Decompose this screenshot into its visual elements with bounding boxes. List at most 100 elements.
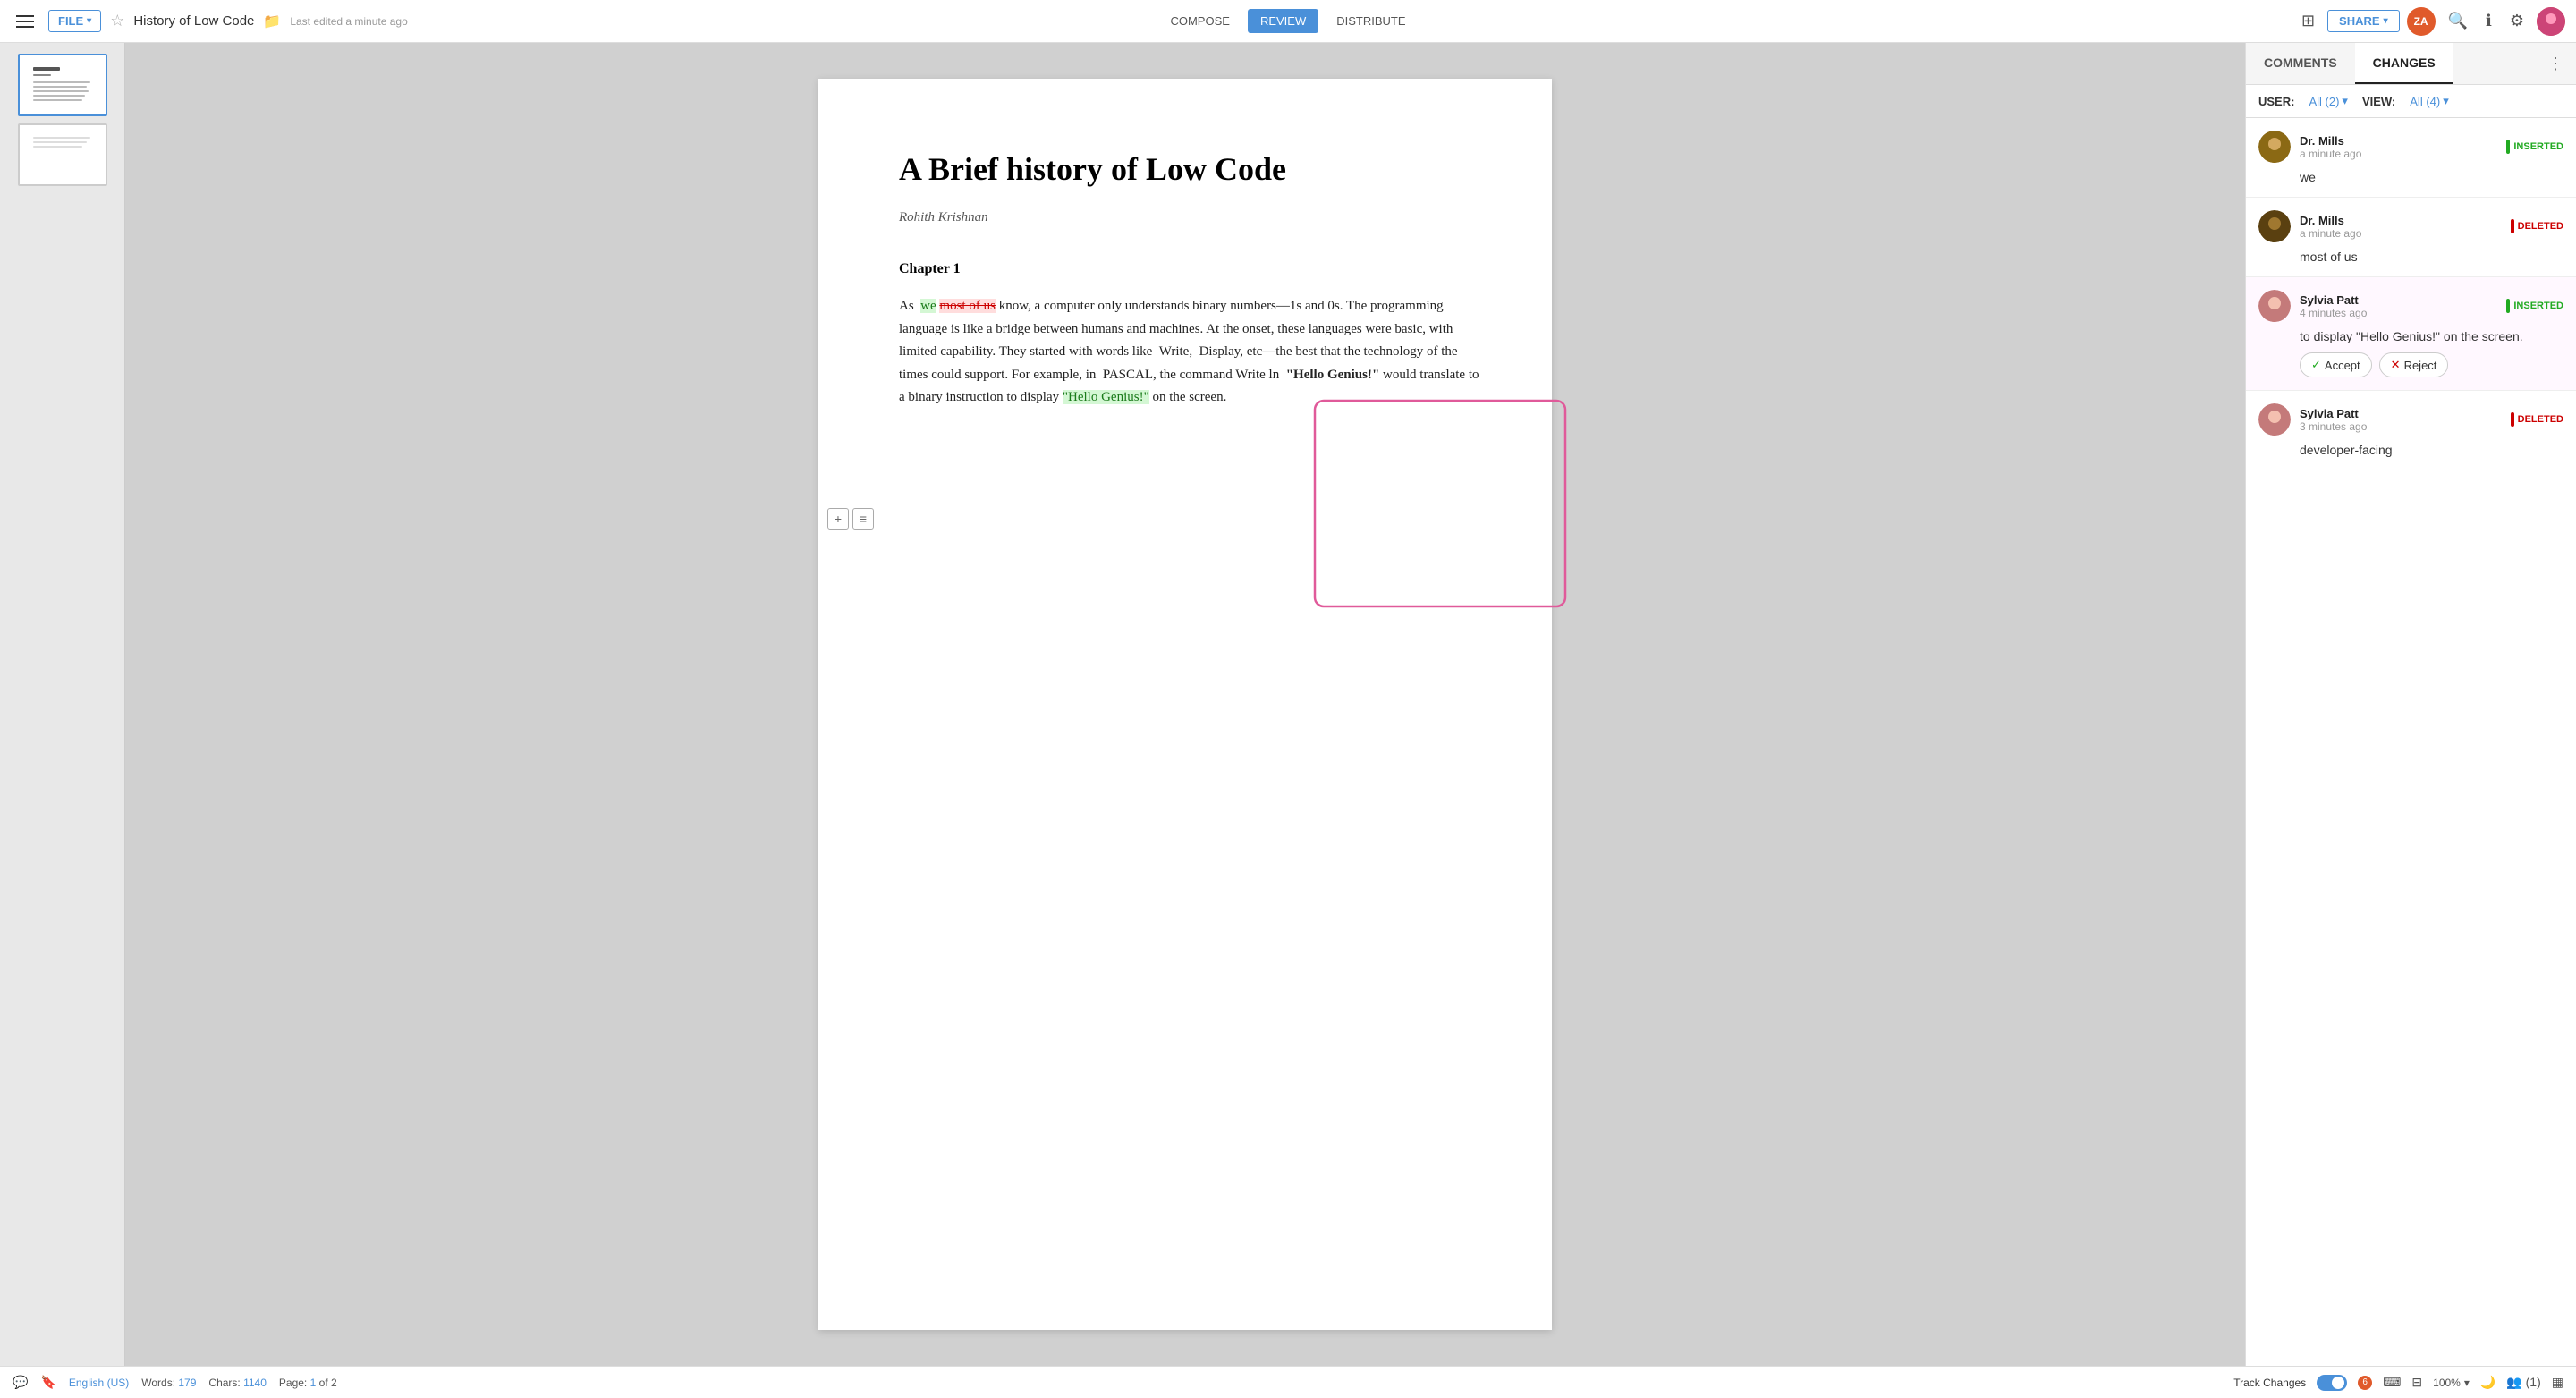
moon-icon[interactable]: 🌙 [2480, 1375, 2496, 1390]
change-user-1: Dr. Mills [2300, 134, 2497, 148]
change-meta-2: Dr. Mills a minute ago [2300, 214, 2502, 240]
panel-menu-button[interactable]: ⋮ [2535, 46, 2576, 82]
hamburger-button[interactable] [11, 10, 39, 33]
users-count: (1) [2526, 1375, 2541, 1389]
inserted-text-hello: "Hello Genius!" [1063, 390, 1149, 404]
toolbar-left: FILE ▾ ☆ History of Low Code 📁 Last edit… [11, 10, 1148, 33]
search-icon[interactable]: 🔍 [2443, 6, 2473, 36]
change-meta-3: Sylvia Patt 4 minutes ago [2300, 293, 2497, 319]
badge-bar-1 [2506, 140, 2510, 154]
chars-label: Chars: 1140 [208, 1377, 267, 1389]
change-content-1: we [2258, 170, 2563, 184]
star-icon[interactable]: ☆ [110, 12, 124, 30]
file-menu-button[interactable]: FILE ▾ [48, 10, 101, 32]
page-label: Page: 1 of 2 [279, 1377, 337, 1389]
badge-bar-3 [2506, 299, 2510, 313]
language-label[interactable]: English (US) [69, 1377, 129, 1389]
page-layout-icon[interactable]: ⊟ [2411, 1375, 2422, 1390]
right-panel: COMMENTS CHANGES ⋮ USER: All (2) ▾ VIEW:… [2245, 43, 2576, 1366]
user-filter-value[interactable]: All (2) ▾ [2309, 94, 2347, 108]
user-filter-chevron: ▾ [2342, 94, 2348, 108]
change-user-2: Dr. Mills [2300, 214, 2502, 227]
tab-changes[interactable]: CHANGES [2355, 43, 2453, 84]
change-header-2: Dr. Mills a minute ago DELETED [2258, 210, 2563, 242]
settings-icon[interactable]: ⚙ [2504, 6, 2529, 36]
format-block-button[interactable]: ≡ [852, 508, 874, 530]
share-label: SHARE [2339, 14, 2380, 28]
document-heading: A Brief history of Low Code [899, 150, 1480, 189]
change-header-4: Sylvia Patt 3 minutes ago DELETED [2258, 403, 2563, 436]
review-button[interactable]: REVIEW [1248, 9, 1318, 33]
toggle-knob [2332, 1377, 2344, 1389]
change-content-4: developer-facing [2258, 443, 2563, 457]
document-body: As we most of us know, a computer only u… [899, 295, 1480, 410]
badge-bar-2 [2511, 219, 2514, 233]
folder-icon[interactable]: 📁 [263, 13, 281, 30]
tab-comments[interactable]: COMMENTS [2246, 43, 2355, 84]
panel-tabs: COMMENTS CHANGES ⋮ [2246, 43, 2576, 85]
annotation-bubble-svg [1310, 396, 1579, 620]
avatar-image [2537, 7, 2565, 36]
change-badge-3: INSERTED [2506, 299, 2563, 313]
change-badge-4: DELETED [2511, 412, 2563, 427]
document-chapter: Chapter 1 [899, 261, 1480, 277]
accept-button-3[interactable]: ✓ Accept [2300, 352, 2372, 377]
changes-list: Dr. Mills a minute ago INSERTED we [2246, 118, 2576, 1366]
users-symbol: 👥 [2506, 1375, 2521, 1389]
change-content-2: most of us [2258, 250, 2563, 264]
status-left: 💬 🔖 English (US) Words: 179 Chars: 1140 … [13, 1375, 2219, 1390]
change-item-3: Sylvia Patt 4 minutes ago INSERTED to di… [2246, 277, 2576, 391]
compose-button[interactable]: COMPOSE [1157, 9, 1241, 33]
change-avatar-1 [2258, 131, 2291, 163]
keyboard-icon[interactable]: ⌨ [2383, 1375, 2401, 1390]
track-changes-toggle[interactable] [2317, 1375, 2347, 1391]
add-block-button[interactable]: + [827, 508, 849, 530]
user-avatar-za[interactable]: ZA [2407, 7, 2436, 36]
change-badge-1: INSERTED [2506, 140, 2563, 154]
thumb-inner-1 [23, 58, 100, 111]
document-author: Rohith Krishnan [899, 210, 1480, 225]
zoom-value: 100% [2433, 1377, 2461, 1389]
avatar-svg-1 [2258, 131, 2291, 163]
last-edited-label: Last edited a minute ago [290, 15, 407, 28]
zoom-chevron: ▾ [2464, 1377, 2470, 1389]
page-thumbnail-1[interactable] [18, 54, 107, 116]
thumb-preview-1 [26, 60, 97, 110]
view-filter-chevron: ▾ [2443, 94, 2449, 108]
info-icon[interactable]: ℹ [2480, 6, 2497, 36]
share-chevron-icon: ▾ [2384, 16, 2388, 26]
change-time-2: a minute ago [2300, 227, 2502, 240]
main-area: + ≡ A Brief history of Low Code Rohith K… [0, 43, 2576, 1366]
present-icon[interactable]: ⊞ [2296, 6, 2320, 36]
toolbar-right: ⊞ SHARE ▾ ZA 🔍 ℹ ⚙ [1428, 6, 2565, 36]
add-block-controls: + ≡ [827, 508, 874, 530]
page-thumbnail-2[interactable] [18, 123, 107, 186]
words-label: Words: 179 [141, 1377, 196, 1389]
chat-icon[interactable]: 💬 [13, 1375, 28, 1390]
change-avatar-4 [2258, 403, 2291, 436]
avatar-svg-4 [2258, 403, 2291, 436]
change-actions-3: ✓ Accept ✕ Reject [2258, 352, 2563, 377]
change-time-4: 3 minutes ago [2300, 420, 2502, 433]
change-time-1: a minute ago [2300, 148, 2497, 160]
view-filter-text: All (4) [2410, 95, 2440, 108]
status-bar: 💬 🔖 English (US) Words: 179 Chars: 1140 … [0, 1366, 2576, 1398]
distribute-button[interactable]: DISTRIBUTE [1324, 9, 1418, 33]
bookmark-icon[interactable]: 🔖 [40, 1375, 55, 1390]
user-avatar[interactable] [2537, 7, 2565, 36]
change-user-3: Sylvia Patt [2300, 293, 2497, 307]
accept-label-3: Accept [2325, 359, 2360, 372]
panel-filter-bar: USER: All (2) ▾ VIEW: All (4) ▾ [2246, 85, 2576, 118]
change-item-4: Sylvia Patt 3 minutes ago DELETED develo… [2246, 391, 2576, 470]
badge-bar-4 [2511, 412, 2514, 427]
share-button[interactable]: SHARE ▾ [2327, 10, 2400, 32]
change-badge-2: DELETED [2511, 219, 2563, 233]
view-filter-value[interactable]: All (4) ▾ [2410, 94, 2448, 108]
change-user-4: Sylvia Patt [2300, 407, 2502, 420]
users-icon[interactable]: 👥 (1) [2506, 1375, 2540, 1390]
zoom-control[interactable]: 100% ▾ [2433, 1377, 2470, 1389]
x-icon-3: ✕ [2391, 358, 2401, 372]
grid-icon[interactable]: ▦ [2552, 1375, 2563, 1390]
reject-button-3[interactable]: ✕ Reject [2379, 352, 2449, 377]
avatar-svg-2 [2258, 210, 2291, 242]
